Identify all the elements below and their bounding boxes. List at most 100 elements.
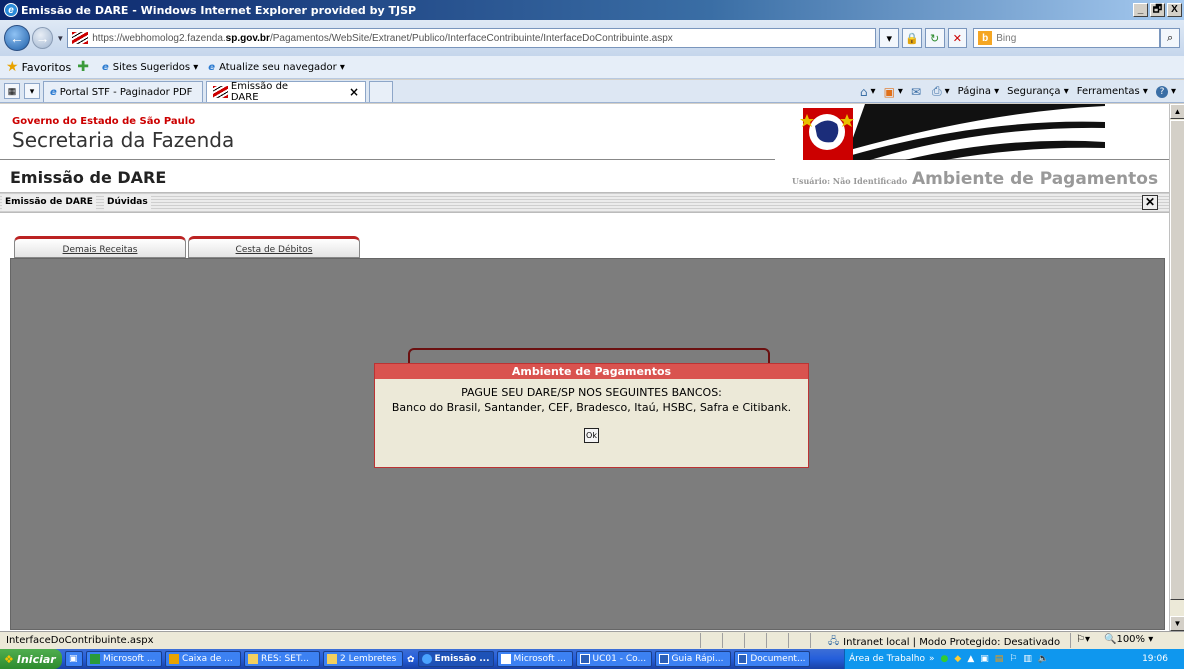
- fav-sites-sugeridos[interactable]: e Sites Sugeridos ▾: [102, 62, 198, 73]
- tab-portal-stf[interactable]: e Portal STF - Paginador PDF: [43, 81, 203, 102]
- tab-cesta-debitos[interactable]: Cesta de Débitos: [188, 236, 360, 258]
- ok-button[interactable]: Ok: [584, 428, 599, 443]
- tray-flag-icon[interactable]: ⚐: [1009, 654, 1017, 664]
- ie-page-icon: e: [50, 86, 57, 98]
- tab-demais-receitas[interactable]: Demais Receitas: [14, 236, 186, 258]
- protected-mode-icon[interactable]: ⚐▾: [1076, 634, 1090, 645]
- quick-launch-outlook-icon[interactable]: ▣: [65, 651, 83, 667]
- forward-button[interactable]: →: [31, 27, 54, 49]
- help-icon[interactable]: ? ▾: [1155, 85, 1176, 98]
- windows-taskbar: ❖ Iniciar ▣ Microsoft ... Caixa de ... R…: [0, 649, 1184, 669]
- dialog-message-banks: Banco do Brasil, Santander, CEF, Bradesc…: [391, 401, 792, 414]
- system-tray: Área de Trabalho » ● ◆ ▲ ▣ ▤ ⚐ ▥ 🔈 19:06: [844, 649, 1184, 669]
- command-bar: ⌂ ▾ ▣ ▾ ✉ ⎙ ▾ Página ▾ Segurança ▾ Ferramen…: [852, 80, 1176, 103]
- history-dropdown-icon[interactable]: ▼: [56, 34, 64, 43]
- taskbar-item[interactable]: 2 Lembretes: [323, 651, 403, 667]
- tray-shield-icon[interactable]: ◆: [954, 654, 961, 664]
- status-divider: [766, 633, 767, 648]
- zoom-label: 100%: [1116, 634, 1146, 645]
- fav-label: Atualize seu navegador ▾: [219, 61, 345, 73]
- menu-duvidas[interactable]: Dúvidas: [104, 195, 151, 211]
- search-go-icon[interactable]: ⌕: [1160, 28, 1180, 48]
- sp-flag-image: [775, 104, 1105, 160]
- status-divider: [788, 633, 789, 648]
- quick-tabs-icon[interactable]: ▦: [4, 83, 20, 99]
- vertical-scrollbar[interactable]: ▲ ▼: [1169, 104, 1184, 631]
- desktop-toolbar-label[interactable]: Área de Trabalho: [849, 654, 925, 664]
- taskbar-item[interactable]: Microsoft ...: [86, 651, 162, 667]
- tray-outlook-icon[interactable]: ▤: [995, 654, 1004, 664]
- favorites-star-icon[interactable]: ★: [6, 59, 19, 75]
- taskbar-item[interactable]: RES: SET...: [244, 651, 320, 667]
- tray-network-icon[interactable]: ●: [941, 654, 949, 664]
- lock-icon[interactable]: 🔒: [902, 28, 922, 48]
- status-divider: [1070, 633, 1071, 648]
- status-text: InterfaceDoContribuinte.aspx: [6, 635, 154, 646]
- menu-emissao-dare[interactable]: Emissão de DARE: [2, 195, 96, 211]
- taskbar-item[interactable]: Guia Rápi...: [654, 651, 731, 667]
- status-divider: [744, 633, 745, 648]
- tab-emissao-dare[interactable]: Emissão de DARE ×: [206, 81, 366, 103]
- stop-icon[interactable]: ✕: [947, 28, 968, 48]
- taskbar-item[interactable]: Document...: [733, 651, 810, 667]
- taskbar-item[interactable]: UC01 - Co...: [575, 651, 652, 667]
- url-host: sp.gov.br: [225, 32, 270, 44]
- tray-monitor-icon[interactable]: ▣: [980, 654, 989, 664]
- fav-label: Sites Sugeridos ▾: [112, 61, 199, 73]
- pinned-app-icon[interactable]: ✿: [407, 654, 415, 665]
- tray-app-icon[interactable]: ▲: [967, 654, 974, 664]
- ie-page-icon: e: [208, 61, 216, 73]
- taskbar-item-active[interactable]: Emissão ...: [417, 651, 494, 667]
- page-menu[interactable]: Página ▾: [958, 86, 1000, 97]
- status-divider: [722, 633, 723, 648]
- add-favorite-icon[interactable]: ✚: [77, 59, 89, 75]
- taskbar-item[interactable]: Microsoft ...: [496, 651, 573, 667]
- search-input[interactable]: b Bing: [973, 28, 1161, 48]
- fav-atualize-navegador[interactable]: e Atualize seu navegador ▾: [208, 62, 345, 73]
- close-icon[interactable]: ✕: [1142, 195, 1158, 210]
- user-status: Usuário: Não Identificado: [792, 176, 908, 186]
- scroll-thumb[interactable]: [1170, 120, 1184, 600]
- security-menu[interactable]: Segurança ▾: [1007, 86, 1069, 97]
- site-flag-icon: [213, 86, 228, 98]
- tray-display-icon[interactable]: ▥: [1023, 654, 1032, 664]
- print-icon[interactable]: ⎙ ▾: [932, 84, 950, 99]
- back-button[interactable]: ←: [4, 25, 30, 51]
- volume-icon[interactable]: 🔈: [1038, 654, 1049, 664]
- scroll-up-icon[interactable]: ▲: [1170, 104, 1184, 119]
- address-dropdown-button[interactable]: ▾: [879, 28, 900, 48]
- zoom-level[interactable]: 🔍100% ▾: [1104, 634, 1153, 645]
- mail-icon[interactable]: ✉: [911, 85, 924, 99]
- scroll-down-icon[interactable]: ▼: [1170, 616, 1184, 631]
- minimize-button[interactable]: _: [1133, 3, 1148, 17]
- clock[interactable]: 19:06: [1142, 654, 1168, 664]
- page-menu-bar: Emissão de DARE Dúvidas ✕: [0, 192, 1169, 213]
- address-toolbar: ← → ▼ https://webhomolog2.fazenda. sp.gov…: [0, 20, 1184, 56]
- tray-expand-icon[interactable]: »: [929, 654, 935, 664]
- restore-button[interactable]: 🗗: [1150, 3, 1165, 17]
- zoom-icon: 🔍: [1104, 634, 1117, 645]
- refresh-icon[interactable]: ↻: [924, 28, 945, 48]
- sec-line: Secretaria da Fazenda: [12, 128, 235, 152]
- window-title-bar[interactable]: e Emissão de DARE - Windows Internet Exp…: [0, 0, 1184, 20]
- tab-bar: ▦ ▾ e Portal STF - Paginador PDF Emissão…: [0, 80, 1184, 103]
- ie-logo-icon: e: [4, 3, 18, 17]
- favorites-button[interactable]: Favoritos: [22, 61, 72, 74]
- tools-menu[interactable]: Ferramentas ▾: [1077, 86, 1148, 97]
- feeds-icon[interactable]: ▣ ▾: [884, 85, 903, 99]
- home-icon[interactable]: ⌂ ▾: [860, 85, 876, 99]
- status-divider: [700, 633, 701, 648]
- close-tab-icon[interactable]: ×: [349, 85, 359, 99]
- status-bar: InterfaceDoContribuinte.aspx 🖧 Intranet …: [0, 631, 1184, 649]
- url-input[interactable]: https://webhomolog2.fazenda. sp.gov.br/Pa…: [67, 28, 877, 48]
- zone-label: Intranet local | Modo Protegido: Desativ…: [843, 637, 1061, 648]
- new-tab-button[interactable]: [369, 81, 393, 102]
- tab-list-dropdown-icon[interactable]: ▾: [24, 83, 40, 99]
- site-header: Governo do Estado de São Paulo Secretari…: [0, 104, 1169, 160]
- dialog-title: Ambiente de Pagamentos: [375, 364, 808, 379]
- close-window-button[interactable]: X: [1167, 3, 1182, 17]
- window-title: Emissão de DARE - Windows Internet Explo…: [21, 3, 417, 17]
- taskbar-item[interactable]: Caixa de ...: [165, 651, 241, 667]
- start-button[interactable]: ❖ Iniciar: [0, 649, 62, 669]
- environment-title: Ambiente de Pagamentos: [912, 169, 1159, 189]
